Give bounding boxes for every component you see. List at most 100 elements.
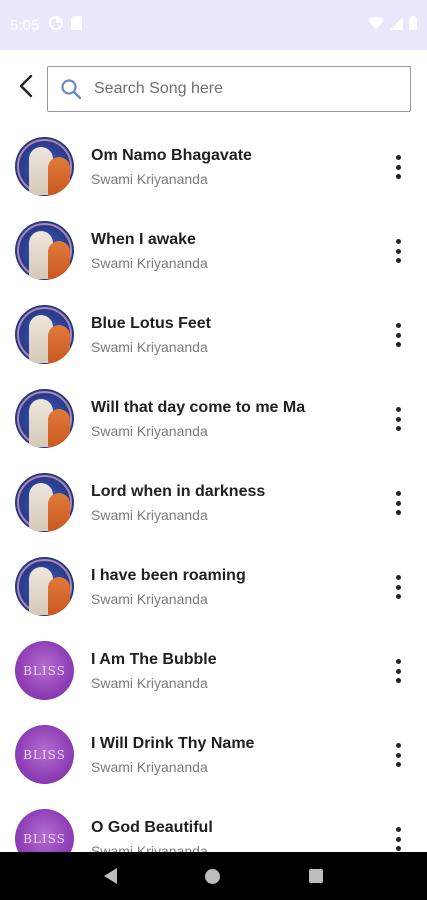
album-art-shape xyxy=(48,325,70,364)
album-art-shape xyxy=(48,409,70,448)
data-saver-icon xyxy=(49,16,64,34)
album-art-text: BLISS xyxy=(23,831,66,846)
album-art-shape xyxy=(48,157,70,196)
menu-dot xyxy=(395,510,401,515)
menu-dot xyxy=(395,164,401,170)
menu-dot xyxy=(395,678,401,683)
menu-dot xyxy=(395,407,401,412)
more-options-icon[interactable] xyxy=(386,656,410,686)
song-artist: Swami Kriyananda xyxy=(91,423,208,439)
more-options-icon[interactable] xyxy=(386,320,410,350)
back-arrow-icon xyxy=(19,74,33,98)
more-options-icon[interactable] xyxy=(386,404,410,434)
song-thumbnail: BLISS xyxy=(15,809,74,852)
menu-dot xyxy=(395,827,401,832)
menu-dot xyxy=(395,155,401,160)
song-title: O God Beautiful xyxy=(91,819,213,836)
nav-back-button[interactable] xyxy=(104,868,118,884)
menu-dot xyxy=(395,239,401,244)
menu-dot xyxy=(395,762,401,767)
song-list-item[interactable]: I have been roaming Swami Kriyananda xyxy=(0,548,427,632)
song-thumbnail xyxy=(15,305,74,364)
sim-card-icon xyxy=(71,16,83,34)
song-artist: Swami Kriyananda xyxy=(91,507,208,523)
nav-recents-button[interactable] xyxy=(308,869,323,883)
song-list-item[interactable]: BLISS I Will Drink Thy Name Swami Kriyanan… xyxy=(0,716,427,800)
search-input[interactable] xyxy=(94,69,410,109)
menu-dot xyxy=(395,743,401,748)
album-art-shape xyxy=(48,577,70,616)
song-artist: Swami Kriyananda xyxy=(91,759,208,775)
nav-home-button[interactable] xyxy=(205,868,221,884)
song-artist: Swami Kriyananda xyxy=(91,591,208,607)
song-thumbnail xyxy=(15,473,74,532)
menu-dot xyxy=(395,500,401,506)
song-artist: Swami Kriyananda xyxy=(91,339,208,355)
album-art-text: BLISS xyxy=(23,747,66,762)
wifi-icon xyxy=(368,16,384,34)
song-list-item[interactable]: Om Namo Bhagavate Swami Kriyananda xyxy=(0,128,427,212)
song-thumbnail: BLISS xyxy=(15,725,74,784)
song-title: I have been roaming xyxy=(91,567,246,584)
song-thumbnail: BLISS xyxy=(15,641,74,700)
album-art-shape xyxy=(48,241,70,280)
song-list-item[interactable]: Lord when in darkness Swami Kriyananda xyxy=(0,464,427,548)
song-list-item[interactable]: When I awake Swami Kriyananda xyxy=(0,212,427,296)
song-list-item[interactable]: Will that day come to me Ma Swami Kriyana… xyxy=(0,380,427,464)
song-title: When I awake xyxy=(91,231,196,248)
song-title: Lord when in darkness xyxy=(91,483,266,500)
battery-icon xyxy=(409,16,417,34)
status-time: 5:05 xyxy=(10,16,40,34)
menu-dot xyxy=(395,342,401,347)
song-artist: Swami Kriyananda xyxy=(91,255,208,271)
song-thumbnail xyxy=(15,389,74,448)
search-toolbar xyxy=(0,50,427,128)
song-artist: Swami Kriyananda xyxy=(91,843,208,852)
song-artist: Swami Kriyananda xyxy=(91,675,208,691)
song-title: I Am The Bubble xyxy=(91,651,217,668)
menu-dot xyxy=(395,836,401,842)
menu-dot xyxy=(395,846,401,851)
more-options-icon[interactable] xyxy=(386,740,410,770)
system-nav-bar xyxy=(0,852,427,900)
menu-dot xyxy=(395,416,401,422)
menu-dot xyxy=(395,491,401,496)
song-title: Will that day come to me Ma xyxy=(91,399,306,416)
more-options-icon[interactable] xyxy=(386,152,410,182)
song-list-item[interactable]: Blue Lotus Feet Swami Kriyananda xyxy=(0,296,427,380)
song-thumbnail xyxy=(15,557,74,616)
song-thumbnail xyxy=(15,221,74,280)
song-thumbnail xyxy=(15,137,74,196)
more-options-icon[interactable] xyxy=(386,488,410,518)
menu-dot xyxy=(395,752,401,758)
song-list-item[interactable]: BLISS O God Beautiful Swami Kriyananda xyxy=(0,800,427,852)
menu-dot xyxy=(395,584,401,590)
menu-dot xyxy=(395,575,401,580)
signal-icon xyxy=(390,16,403,34)
song-artist: Swami Kriyananda xyxy=(91,171,208,187)
more-options-icon[interactable] xyxy=(386,824,410,852)
song-list: Om Namo Bhagavate Swami Kriyananda When I … xyxy=(0,128,427,852)
menu-dot xyxy=(395,323,401,328)
menu-dot xyxy=(395,258,401,263)
album-art-shape xyxy=(48,493,70,532)
search-icon xyxy=(48,67,94,111)
menu-dot xyxy=(395,248,401,254)
song-list-item[interactable]: BLISS I Am The Bubble Swami Kriyananda xyxy=(0,632,427,716)
more-options-icon[interactable] xyxy=(386,572,410,602)
menu-dot xyxy=(395,668,401,674)
song-title: Om Namo Bhagavate xyxy=(91,147,252,164)
song-title: Blue Lotus Feet xyxy=(91,315,212,332)
song-title: I Will Drink Thy Name xyxy=(91,735,255,752)
more-options-icon[interactable] xyxy=(386,236,410,266)
menu-dot xyxy=(395,659,401,664)
menu-dot xyxy=(395,426,401,431)
search-box[interactable] xyxy=(47,66,411,112)
back-button[interactable] xyxy=(12,72,40,100)
album-art-text: BLISS xyxy=(23,663,66,678)
menu-dot xyxy=(395,594,401,599)
menu-dot xyxy=(395,332,401,338)
status-bar: 5:05 xyxy=(0,0,427,50)
status-icons xyxy=(368,16,417,34)
menu-dot xyxy=(395,174,401,179)
